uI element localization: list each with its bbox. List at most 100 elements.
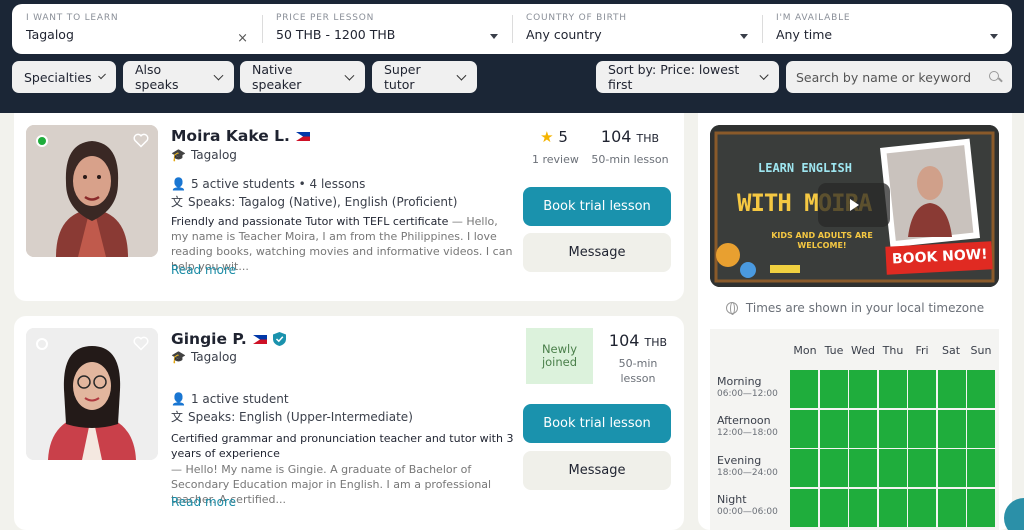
translate-icon: 文 — [171, 410, 184, 424]
filter-learn-label: I WANT TO LEARN — [26, 13, 119, 23]
availability-cell[interactable] — [878, 409, 907, 448]
read-more-link[interactable]: Read more — [171, 263, 236, 277]
filter-price-label: PRICE PER LESSON — [276, 13, 375, 23]
filter-price[interactable]: PRICE PER LESSON 50 THB - 1200 THB — [262, 4, 512, 54]
availability-cell[interactable] — [790, 370, 818, 408]
review-count[interactable]: 1 review — [532, 153, 579, 166]
chevron-down-icon — [344, 70, 355, 80]
availability-cell[interactable] — [908, 409, 936, 448]
tutor-photo[interactable] — [26, 125, 158, 257]
tutor-name[interactable]: Moira Kake L. — [171, 127, 310, 145]
book-trial-button[interactable]: Book trial lesson — [523, 404, 671, 443]
specialties-dropdown[interactable]: Specialties — [12, 61, 116, 93]
message-button[interactable]: Message — [523, 451, 671, 490]
availability-cell[interactable] — [967, 409, 995, 448]
search-icon[interactable] — [989, 70, 1002, 84]
availability-cell[interactable] — [849, 449, 877, 487]
clear-icon[interactable]: × — [237, 31, 248, 46]
chevron-down-icon — [490, 34, 498, 39]
availability-cell[interactable] — [790, 409, 818, 448]
availability-cell[interactable] — [878, 488, 907, 527]
tutor-headline: Friendly and passionate Tutor with TEFL … — [171, 215, 449, 228]
availability-cell[interactable] — [819, 488, 848, 527]
person-icon: 👤 — [171, 392, 186, 406]
availability-cell[interactable] — [967, 488, 995, 527]
availability-cell[interactable] — [908, 370, 936, 408]
intro-video[interactable]: LEARN ENGLISH WITH MOIRA KIDS AND ADULTS… — [710, 125, 999, 287]
slot-afternoon: Afternoon 12:00—18:00 — [717, 415, 778, 439]
availability-cell[interactable] — [967, 449, 995, 487]
heart-icon[interactable] — [133, 133, 149, 148]
availability-cell[interactable] — [819, 409, 848, 448]
lesson-duration-line2: lesson — [620, 372, 656, 385]
tutor-card[interactable]: Moira Kake L. 🎓 Tagalog 👤 5 active stude… — [14, 113, 684, 301]
availability-cell[interactable] — [790, 449, 818, 487]
tutor-languages: 文 Speaks: Tagalog (Native), English (Pro… — [171, 193, 457, 210]
play-icon[interactable] — [818, 183, 890, 227]
price-value: 104 — [608, 331, 640, 350]
filter-available[interactable]: I'M AVAILABLE Any time — [762, 4, 1012, 54]
filter-learn[interactable]: I WANT TO LEARN Tagalog × — [12, 4, 262, 54]
graduation-cap-icon: 🎓 — [171, 148, 186, 162]
timezone-note: Times are shown in your local timezone — [698, 301, 1012, 315]
day-fri: Fri — [915, 344, 929, 357]
slot-name: Morning — [717, 375, 762, 388]
tutor-photo[interactable] — [26, 328, 158, 460]
also-speaks-dropdown[interactable]: Also speaks — [123, 61, 234, 93]
philippines-flag-icon — [295, 131, 310, 141]
search-placeholder: Search by name or keyword — [796, 69, 972, 85]
heart-icon[interactable] — [133, 336, 149, 351]
rating-value: 5 — [558, 128, 568, 146]
newly-joined-badge: Newly joined — [526, 328, 593, 384]
availability-cell[interactable] — [878, 449, 907, 487]
native-speaker-label: Native speaker — [252, 62, 302, 92]
availability-cell[interactable] — [819, 370, 848, 408]
translate-icon: 文 — [171, 195, 184, 209]
availability-cell[interactable] — [878, 370, 907, 408]
slot-morning: Morning 06:00—12:00 — [717, 376, 778, 400]
price-currency: THB — [644, 336, 668, 349]
availability-cell[interactable] — [937, 488, 966, 527]
tutor-subject: 🎓 Tagalog — [171, 148, 237, 162]
day-tue: Tue — [824, 344, 844, 357]
chevron-down-icon — [97, 70, 106, 80]
sort-dropdown[interactable]: Sort by: Price: lowest first — [596, 61, 779, 93]
tutor-headline: Certified grammar and pronunciation teac… — [171, 432, 514, 460]
slot-time: 00:00—06:00 — [717, 507, 778, 517]
tutor-students-text: 5 active students • 4 lessons — [190, 177, 366, 191]
availability-cell[interactable] — [967, 370, 995, 408]
super-tutor-dropdown[interactable]: Super tutor — [372, 61, 477, 93]
availability-cell[interactable] — [937, 409, 966, 448]
message-button[interactable]: Message — [523, 233, 671, 272]
tutor-students-text: 1 active student — [190, 392, 289, 406]
availability-cell[interactable] — [937, 370, 966, 408]
availability-cell[interactable] — [849, 488, 877, 527]
tutor-languages-text: Speaks: Tagalog (Native), English (Profi… — [188, 194, 458, 209]
chevron-down-icon — [213, 70, 224, 80]
lesson-duration: 50-min lesson — [598, 356, 678, 386]
read-more-link[interactable]: Read more — [171, 495, 236, 509]
also-speaks-label: Also speaks — [135, 62, 179, 92]
tutor-students: 👤 1 active student — [171, 392, 289, 406]
book-trial-button[interactable]: Book trial lesson — [523, 187, 671, 226]
availability-cell[interactable] — [819, 449, 848, 487]
availability-cell[interactable] — [790, 488, 818, 527]
tutor-name[interactable]: Gingie P. — [171, 330, 286, 348]
slot-time: 12:00—18:00 — [717, 428, 778, 438]
availability-cell[interactable] — [908, 488, 936, 527]
availability-schedule[interactable]: Mon Tue Wed Thu Fri Sat Sun Morning 06:0… — [710, 329, 999, 530]
tutor-name-text: Gingie P. — [171, 330, 247, 348]
filter-price-value: 50 THB - 1200 THB — [276, 27, 396, 42]
tutor-card[interactable]: Gingie P. 🎓 Tagalog 👤 1 active student 文… — [14, 316, 684, 530]
search-input[interactable]: Search by name or keyword — [786, 61, 1012, 93]
availability-cell[interactable] — [849, 370, 877, 408]
chevron-down-icon — [456, 70, 467, 80]
availability-cell[interactable] — [908, 449, 936, 487]
filter-available-label: I'M AVAILABLE — [776, 13, 851, 23]
availability-cell[interactable] — [849, 409, 877, 448]
timezone-note-text: Times are shown in your local timezone — [745, 301, 985, 315]
filter-country[interactable]: COUNTRY OF BIRTH Any country — [512, 4, 762, 54]
availability-cell[interactable] — [937, 449, 966, 487]
native-speaker-dropdown[interactable]: Native speaker — [240, 61, 365, 93]
offline-status-icon — [36, 338, 48, 350]
